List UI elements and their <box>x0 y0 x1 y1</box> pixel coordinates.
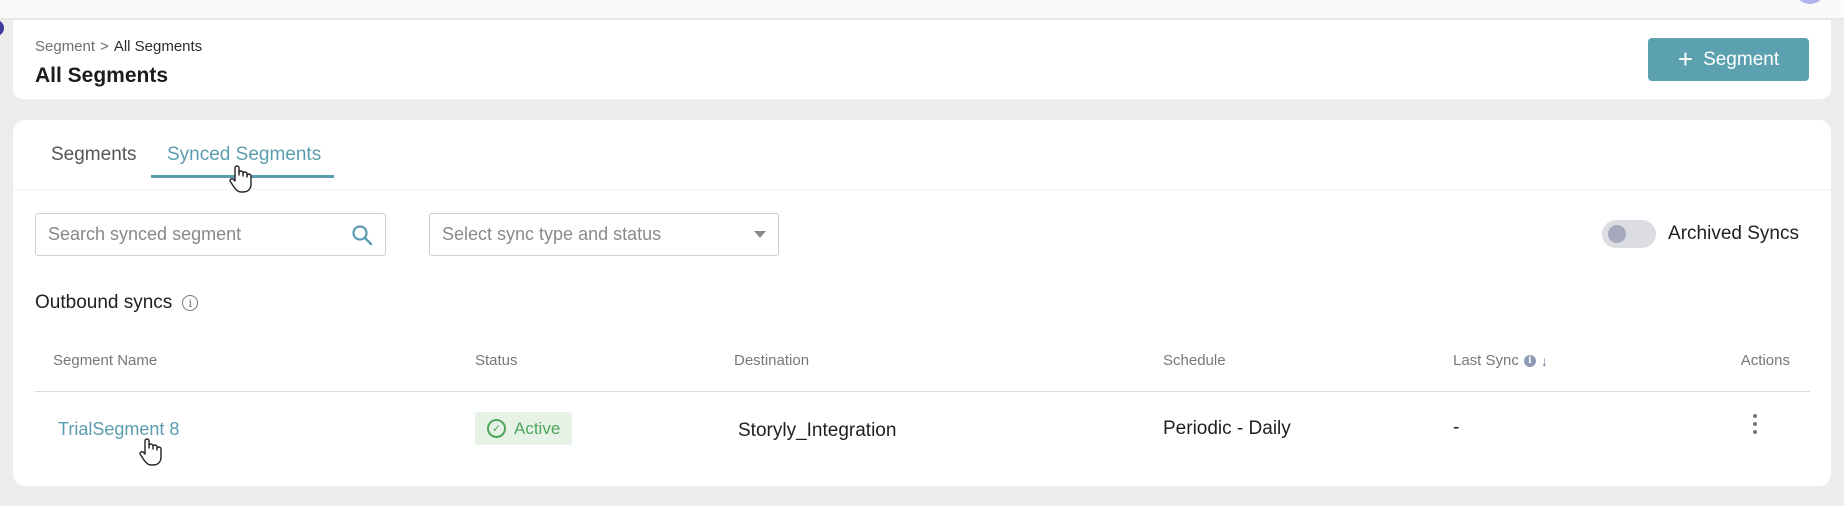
tab-bar: Segments Synced Segments <box>13 120 1831 193</box>
active-tab-indicator <box>151 175 334 178</box>
column-header-schedule: Schedule <box>1163 352 1226 369</box>
add-segment-button[interactable]: + Segment <box>1648 38 1809 81</box>
breadcrumb-separator: > <box>100 38 109 55</box>
table-header: Segment Name Status Destination Schedule… <box>35 342 1810 392</box>
page-header: Segment > All Segments All Segments + Se… <box>13 20 1831 99</box>
section-title-text: Outbound syncs <box>35 292 173 313</box>
kebab-menu-icon[interactable] <box>1752 414 1758 434</box>
synced-segments-table: Segment Name Status Destination Schedule… <box>35 342 1810 467</box>
column-header-actions: Actions <box>1740 352 1790 369</box>
select-placeholder: Select sync type and status <box>442 224 662 244</box>
destination-cell: Storyly_Integration <box>738 420 897 441</box>
segment-name-link[interactable]: TrialSegment 8 <box>58 419 179 440</box>
hand-cursor-icon <box>229 165 252 193</box>
archived-syncs-toggle-group: Archived Syncs <box>1602 220 1799 248</box>
sort-down-icon[interactable]: ↓ <box>1541 353 1548 369</box>
search-synced-segment[interactable] <box>35 213 386 256</box>
chevron-down-icon <box>754 231 766 238</box>
status-text: Active <box>514 418 561 438</box>
sync-type-status-select[interactable]: Select sync type and status <box>429 213 779 256</box>
tab-synced-segments[interactable]: Synced Segments <box>167 144 321 166</box>
status-badge: ✓ Active <box>475 412 573 445</box>
column-header-segment-name: Segment Name <box>53 352 158 369</box>
info-icon[interactable]: i <box>1523 354 1536 367</box>
column-header-destination: Destination <box>734 352 810 369</box>
breadcrumb-parent[interactable]: Segment <box>35 38 95 55</box>
table-row: TrialSegment 8 ✓ Active Storyly_Integrat… <box>35 392 1810 467</box>
breadcrumb-current: All Segments <box>113 38 203 55</box>
outbound-syncs-heading: Outbound syncs i <box>35 292 199 314</box>
search-icon[interactable] <box>351 224 373 246</box>
tab-segments[interactable]: Segments <box>51 144 137 166</box>
toggle-knob <box>1608 225 1627 243</box>
last-sync-cell: - <box>1453 417 1460 438</box>
column-header-last-sync[interactable]: Last Sync i ↓ <box>1453 352 1548 369</box>
synced-segments-panel: Segments Synced Segments Select sync typ… <box>13 120 1831 486</box>
hand-cursor-icon <box>139 438 162 466</box>
add-segment-label: Segment <box>1703 48 1780 70</box>
schedule-cell: Periodic - Daily <box>1163 418 1291 439</box>
archived-syncs-label: Archived Syncs <box>1668 223 1799 244</box>
sidebar-edge-indicator <box>0 20 4 36</box>
last-sync-label: Last Sync <box>1453 352 1519 369</box>
breadcrumb: Segment > All Segments <box>35 38 202 55</box>
search-input[interactable] <box>48 224 351 245</box>
archived-syncs-toggle[interactable] <box>1602 220 1657 248</box>
column-header-status: Status <box>475 352 518 369</box>
avatar[interactable] <box>1794 0 1826 4</box>
page-title: All Segments <box>35 64 169 87</box>
check-circle-icon: ✓ <box>487 419 506 438</box>
plus-icon: + <box>1677 43 1694 74</box>
top-navbar <box>0 0 1844 19</box>
info-icon[interactable]: i <box>182 295 199 311</box>
